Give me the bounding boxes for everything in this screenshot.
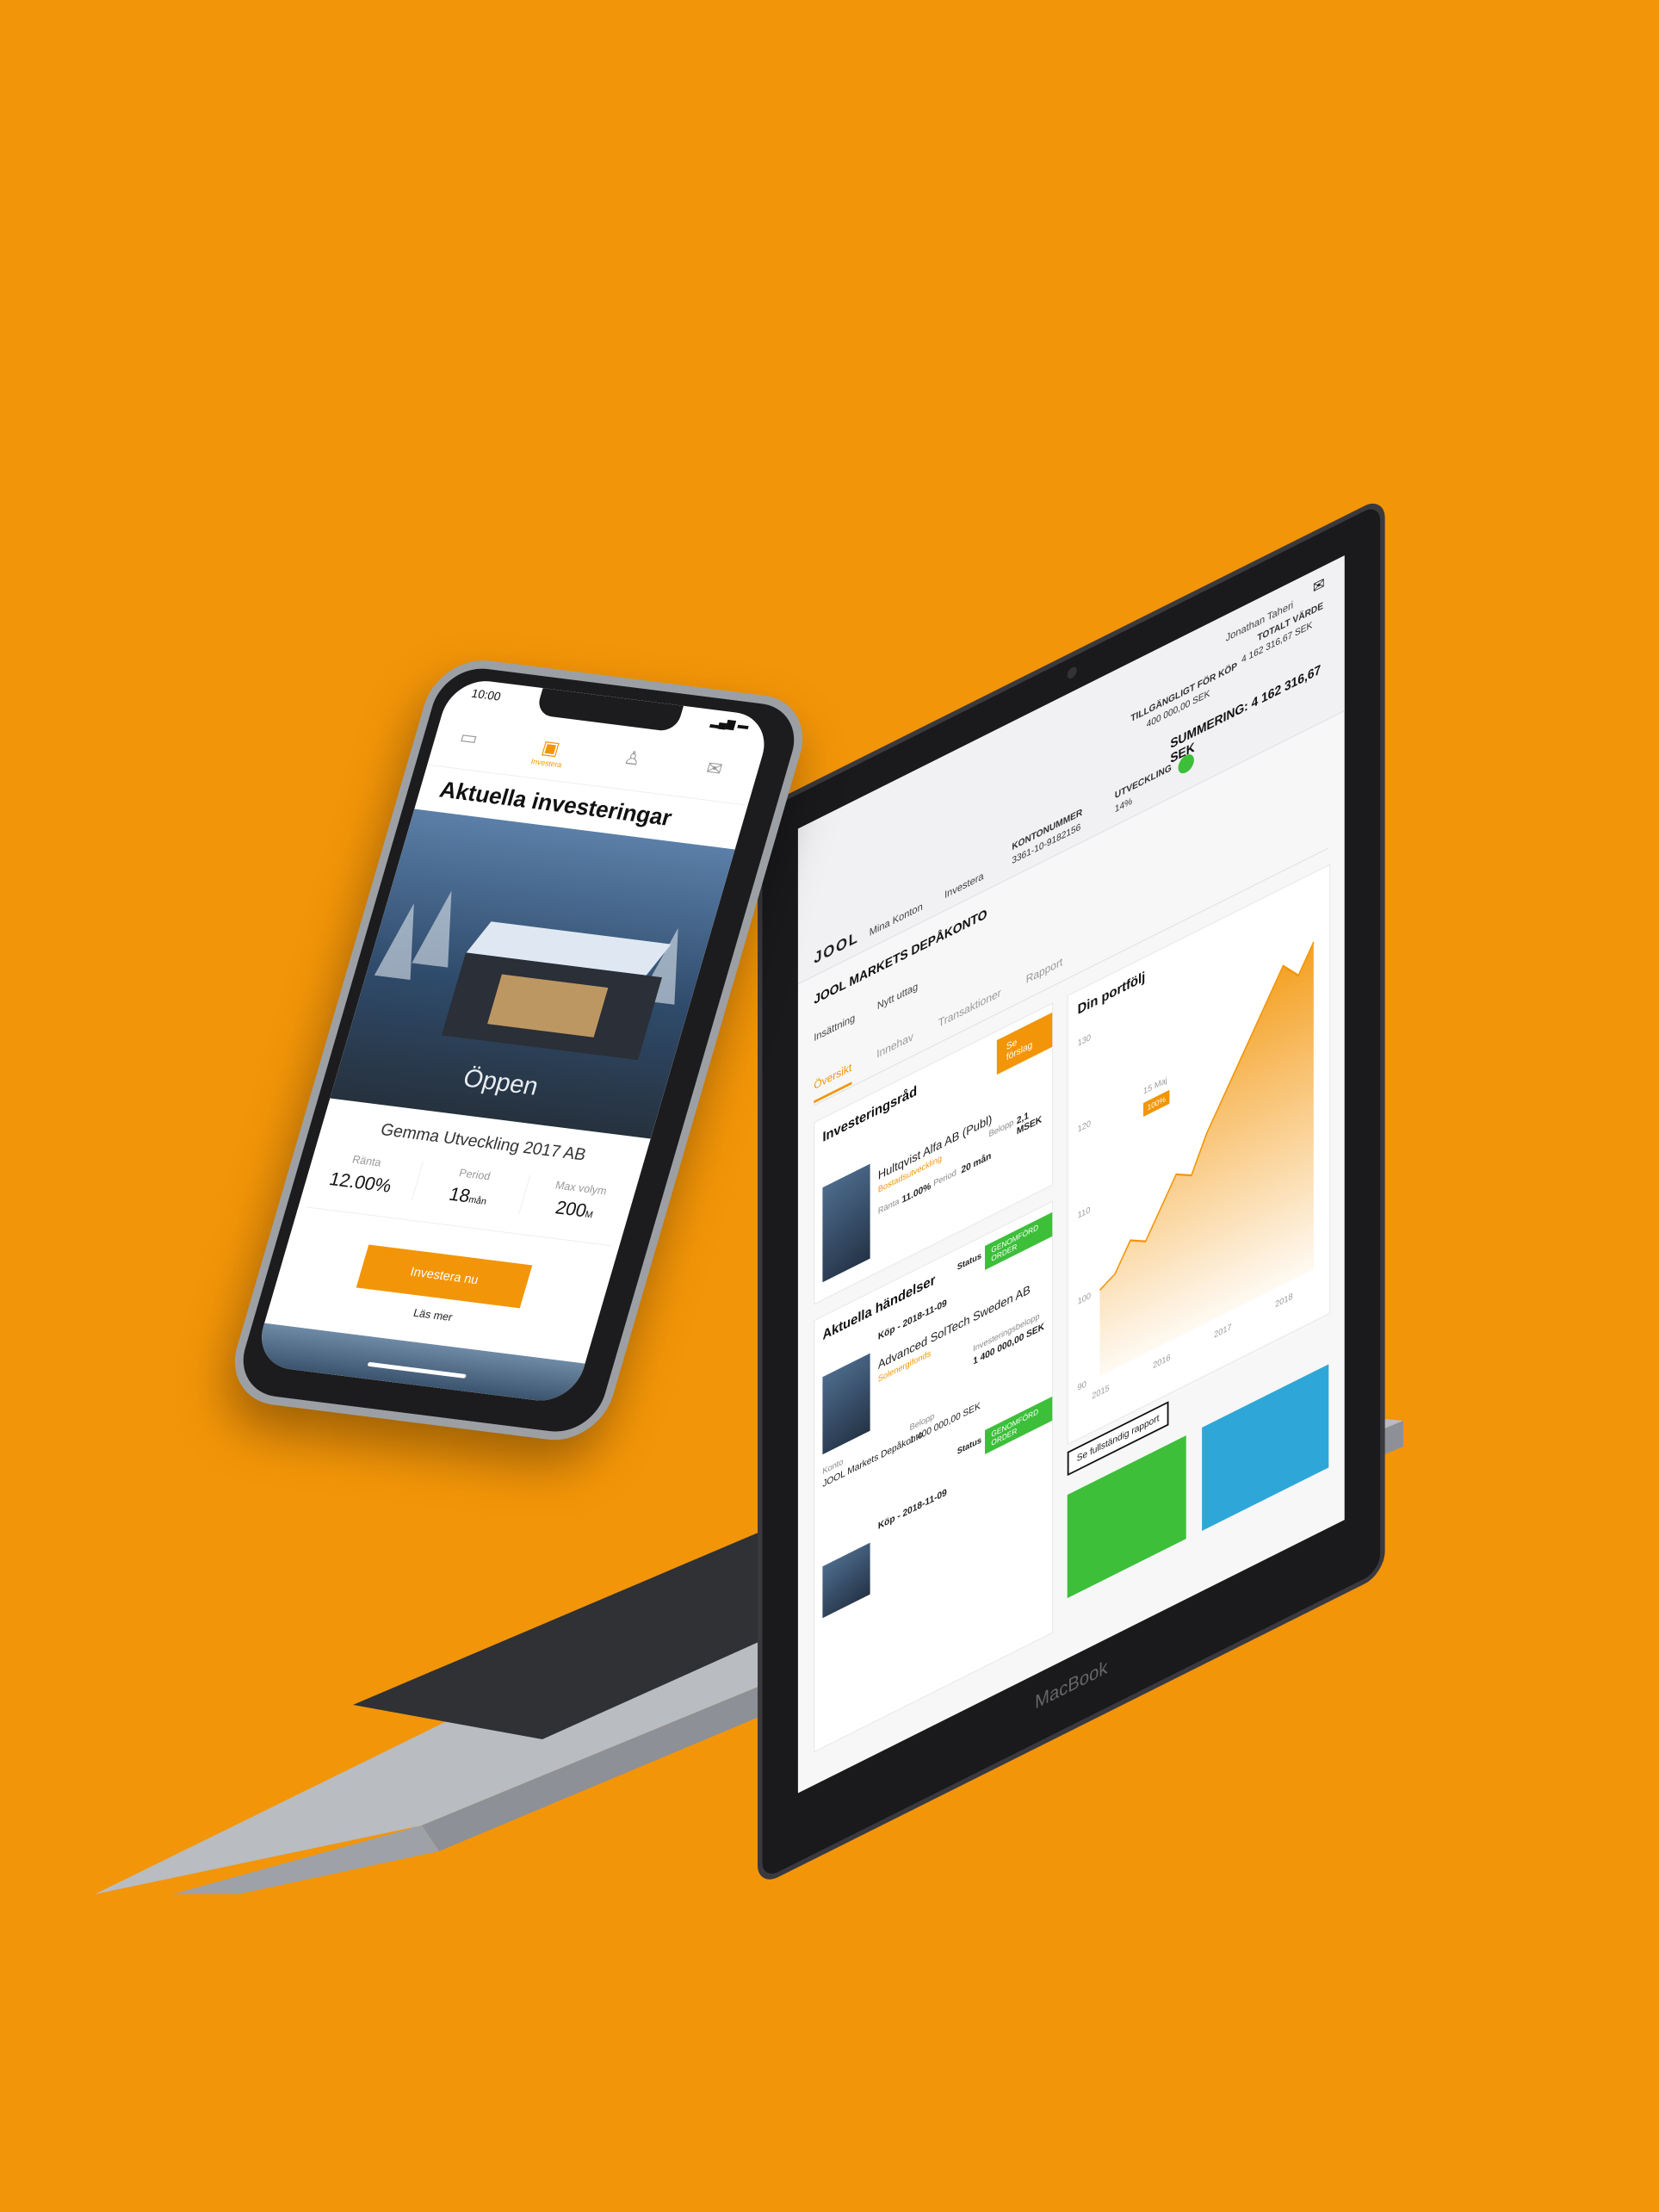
event-status-badge: GENOMFÖRD ORDER xyxy=(985,1211,1053,1270)
status-open: Öppen xyxy=(460,1064,542,1101)
y-tick-label: 100 xyxy=(1078,1291,1092,1307)
stat-period: Period 18mån xyxy=(411,1161,531,1214)
advice-amount: 2,1 MSEK xyxy=(1016,1110,1043,1137)
stat-volume: Max volym 200M xyxy=(518,1175,636,1228)
see-suggestion-button[interactable]: Se förslag xyxy=(996,1012,1053,1075)
folder-icon[interactable]: ▭ xyxy=(442,724,497,752)
tab-oversikt[interactable]: Översikt xyxy=(814,1051,852,1104)
investment-hero-image[interactable]: Öppen xyxy=(330,809,735,1139)
blue-tile[interactable] xyxy=(1202,1364,1329,1531)
notch xyxy=(535,688,684,733)
advice-rate: 11.00% xyxy=(901,1180,932,1206)
withdraw-button[interactable]: Nytt uttag xyxy=(877,980,918,1013)
y-tick-label: 110 xyxy=(1078,1205,1091,1221)
advice-period: 20 mån xyxy=(961,1150,992,1176)
advice-period-label: Period xyxy=(933,1168,956,1189)
advice-rate-label: Ränta xyxy=(877,1196,900,1218)
next-investment-preview[interactable] xyxy=(252,1323,585,1405)
invest-now-button[interactable]: Investera nu xyxy=(356,1244,533,1309)
tab-transaktioner[interactable]: Transaktioner xyxy=(938,977,1001,1038)
phone-screen: 10:00 ▂▄▆ ▬ ▭ ▣ Investera ♙ ✉ Aktuella i… xyxy=(252,676,774,1405)
y-tick-label: 120 xyxy=(1078,1118,1092,1135)
event-status-badge-2: GENOMFÖRD ORDER xyxy=(985,1396,1053,1454)
camera xyxy=(1067,665,1077,681)
tab-rapport[interactable]: Rapport xyxy=(1026,946,1063,994)
mail-icon[interactable]: ✉ xyxy=(687,755,742,783)
phone: 10:00 ▂▄▆ ▬ ▭ ▣ Investera ♙ ✉ Aktuella i… xyxy=(222,654,815,1447)
events-status-label-2: Status xyxy=(956,1435,981,1458)
y-tick-label: 130 xyxy=(1078,1032,1092,1049)
x-tick-label: 2018 xyxy=(1275,1292,1293,1310)
advice-company[interactable]: Hultqvist Alfa AB (Publ) xyxy=(878,1112,992,1182)
advice-thumbnail xyxy=(822,1163,870,1283)
stat-rate: Ränta 12.00% xyxy=(304,1148,422,1200)
events-status-label: Status xyxy=(956,1251,981,1273)
portfolio-area xyxy=(1099,942,1314,1377)
deposit-button[interactable]: Insättning xyxy=(814,1011,855,1044)
event-thumbnail xyxy=(822,1353,870,1455)
status-time: 10:00 xyxy=(469,685,503,703)
laptop-screen: JOOL Mina Konton Investera KONTONUMMER 3… xyxy=(797,555,1345,1794)
x-tick-label: 2015 xyxy=(1092,1384,1110,1402)
event-date-2: Köp - 2018-11-09 xyxy=(877,1487,947,1533)
x-tick-label: 2017 xyxy=(1214,1323,1232,1341)
event-thumbnail-2 xyxy=(822,1542,870,1619)
tab-innehav[interactable]: Innehav xyxy=(876,1021,913,1069)
status-icons: ▂▄▆ ▬ xyxy=(709,715,751,732)
x-tick-label: 2016 xyxy=(1153,1353,1171,1371)
y-tick-label: 90 xyxy=(1078,1379,1087,1393)
advice-amount-label: Belopp xyxy=(988,1118,1014,1140)
user-icon[interactable]: ♙ xyxy=(605,745,660,772)
